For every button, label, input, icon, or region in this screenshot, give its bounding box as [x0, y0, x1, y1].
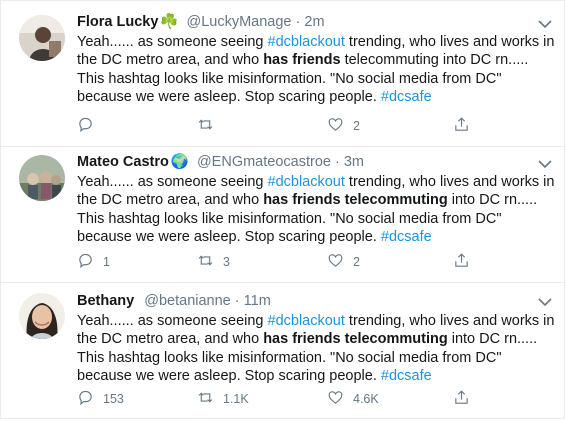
- tweet-text: Yeah...... as someone seeing #dcblackout…: [77, 173, 555, 246]
- username[interactable]: @LuckyManage: [186, 14, 291, 30]
- reply-button[interactable]: [77, 116, 103, 136]
- username[interactable]: @betanianne: [144, 293, 230, 309]
- tweet-text-segment: Yeah...... as someone seeing: [77, 174, 268, 190]
- share-button[interactable]: [453, 389, 470, 409]
- like-button[interactable]: 2: [327, 116, 360, 136]
- tweet-text: Yeah...... as someone seeing #dcblackout…: [77, 312, 555, 385]
- reply-button[interactable]: 1: [77, 252, 110, 272]
- tweet-header: Bethany @betanianne · 11m: [77, 292, 552, 310]
- hashtag-link[interactable]: #dcsafe: [381, 368, 432, 384]
- share-button[interactable]: [453, 252, 470, 272]
- hashtag-link[interactable]: #dcblackout: [268, 34, 345, 50]
- share-icon: [453, 252, 470, 272]
- like-button[interactable]: 4.6K: [327, 389, 379, 409]
- retweet-count: 1.1K: [223, 392, 249, 406]
- reply-count: 153: [103, 392, 124, 406]
- tweet-header: Mateo Castro 🌍 @ENGmateocastroe · 3m: [77, 153, 552, 171]
- reply-icon: [77, 252, 94, 272]
- share-icon: [453, 389, 470, 409]
- display-name[interactable]: Mateo Castro: [77, 154, 169, 170]
- like-count: 2: [353, 255, 360, 269]
- retweet-count: 3: [223, 255, 230, 269]
- chevron-down-icon[interactable]: [536, 157, 554, 171]
- timeline: Flora Lucky ☘️ @LuckyManage · 2m Yeah....…: [0, 0, 565, 419]
- tweet-actions: 2: [77, 116, 477, 136]
- display-name[interactable]: Bethany: [77, 293, 134, 309]
- timestamp[interactable]: 3m: [344, 154, 364, 170]
- name-emoji: 🌍: [170, 154, 189, 170]
- heart-icon: [327, 252, 344, 272]
- tweet-header: Flora Lucky ☘️ @LuckyManage · 2m: [77, 13, 552, 31]
- hashtag-link[interactable]: #dcblackout: [268, 174, 345, 190]
- hashtag-link[interactable]: #dcblackout: [268, 313, 345, 329]
- separator-dot: ·: [295, 14, 301, 30]
- retweet-icon: [197, 389, 214, 409]
- tweet-text-segment: Yeah...... as someone seeing: [77, 34, 268, 50]
- avatar[interactable]: [19, 15, 65, 61]
- like-count: 4.6K: [353, 392, 379, 406]
- reply-button[interactable]: 153: [77, 389, 124, 409]
- avatar[interactable]: [19, 155, 65, 201]
- share-button[interactable]: [453, 116, 470, 136]
- tweet-actions: 153 1.1K 4.6K: [77, 389, 477, 409]
- chevron-down-icon[interactable]: [536, 295, 554, 309]
- retweet-button[interactable]: 1.1K: [197, 389, 249, 409]
- share-icon: [453, 116, 470, 136]
- bold-text: has friends telecommuting: [263, 331, 448, 348]
- name-emoji: ☘️: [160, 14, 179, 30]
- retweet-icon: [197, 252, 214, 272]
- separator-dot: ·: [334, 154, 340, 170]
- display-name[interactable]: Flora Lucky: [77, 14, 158, 30]
- tweet-text: Yeah...... as someone seeing #dcblackout…: [77, 33, 555, 106]
- avatar[interactable]: [19, 293, 65, 339]
- retweet-button[interactable]: 3: [197, 252, 230, 272]
- reply-icon: [77, 389, 94, 409]
- hashtag-link[interactable]: #dcsafe: [381, 89, 432, 105]
- heart-icon: [327, 116, 344, 136]
- like-button[interactable]: 2: [327, 252, 360, 272]
- bold-text: has friends telecommuting: [263, 192, 448, 209]
- bold-text: has friends: [263, 52, 341, 69]
- tweet-actions: 1 3 2: [77, 252, 477, 272]
- username[interactable]: @ENGmateocastroe: [197, 154, 331, 170]
- chevron-down-icon[interactable]: [536, 17, 554, 31]
- separator-dot: ·: [234, 293, 240, 309]
- reply-icon: [77, 116, 94, 136]
- reply-count: 1: [103, 255, 110, 269]
- tweet-text-segment: Yeah...... as someone seeing: [77, 313, 268, 329]
- hashtag-link[interactable]: #dcsafe: [381, 229, 432, 245]
- tweet[interactable]: Mateo Castro 🌍 @ENGmateocastroe · 3m Yeah…: [1, 147, 564, 283]
- timestamp[interactable]: 2m: [304, 14, 324, 30]
- retweet-icon: [197, 116, 214, 136]
- tweet[interactable]: Flora Lucky ☘️ @LuckyManage · 2m Yeah....…: [1, 1, 564, 147]
- retweet-button[interactable]: [197, 116, 223, 136]
- heart-icon: [327, 389, 344, 409]
- tweet[interactable]: Bethany @betanianne · 11m Yeah...... as …: [1, 283, 564, 420]
- timestamp[interactable]: 11m: [244, 293, 271, 309]
- like-count: 2: [353, 119, 360, 133]
